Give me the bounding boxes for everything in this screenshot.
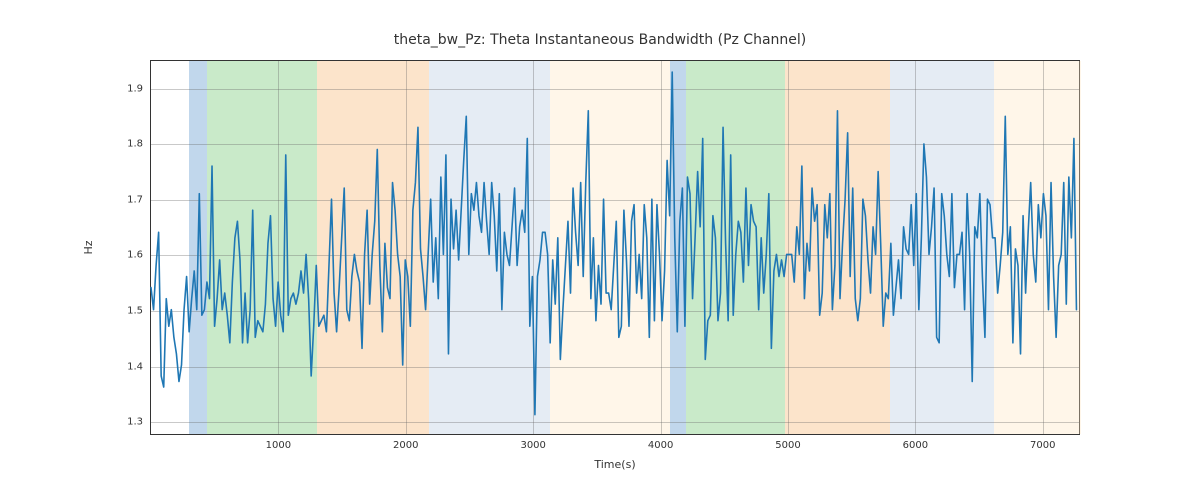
ytick-label: 1.3 [127,417,143,428]
xtick-label: 6000 [903,440,928,451]
chart-axes: 1.31.41.51.61.71.81.91000200030004000500… [150,60,1080,435]
ytick-label: 1.6 [127,250,143,261]
xtick-label: 5000 [775,440,800,451]
chart-title: theta_bw_Pz: Theta Instantaneous Bandwid… [0,32,1200,48]
ytick-label: 1.8 [127,139,143,150]
xtick-label: 2000 [393,440,418,451]
ytick-label: 1.5 [127,306,143,317]
figure: theta_bw_Pz: Theta Instantaneous Bandwid… [0,0,1200,500]
xtick-label: 3000 [520,440,545,451]
ytick-label: 1.9 [127,83,143,94]
ytick-label: 1.4 [127,361,143,372]
chart-xlabel: Time(s) [150,458,1080,471]
xtick-label: 4000 [648,440,673,451]
xtick-label: 7000 [1030,440,1055,451]
chart-ylabel: Hz [82,60,102,435]
xtick-label: 1000 [266,440,291,451]
ytick-label: 1.7 [127,194,143,205]
line-series [151,61,1079,434]
